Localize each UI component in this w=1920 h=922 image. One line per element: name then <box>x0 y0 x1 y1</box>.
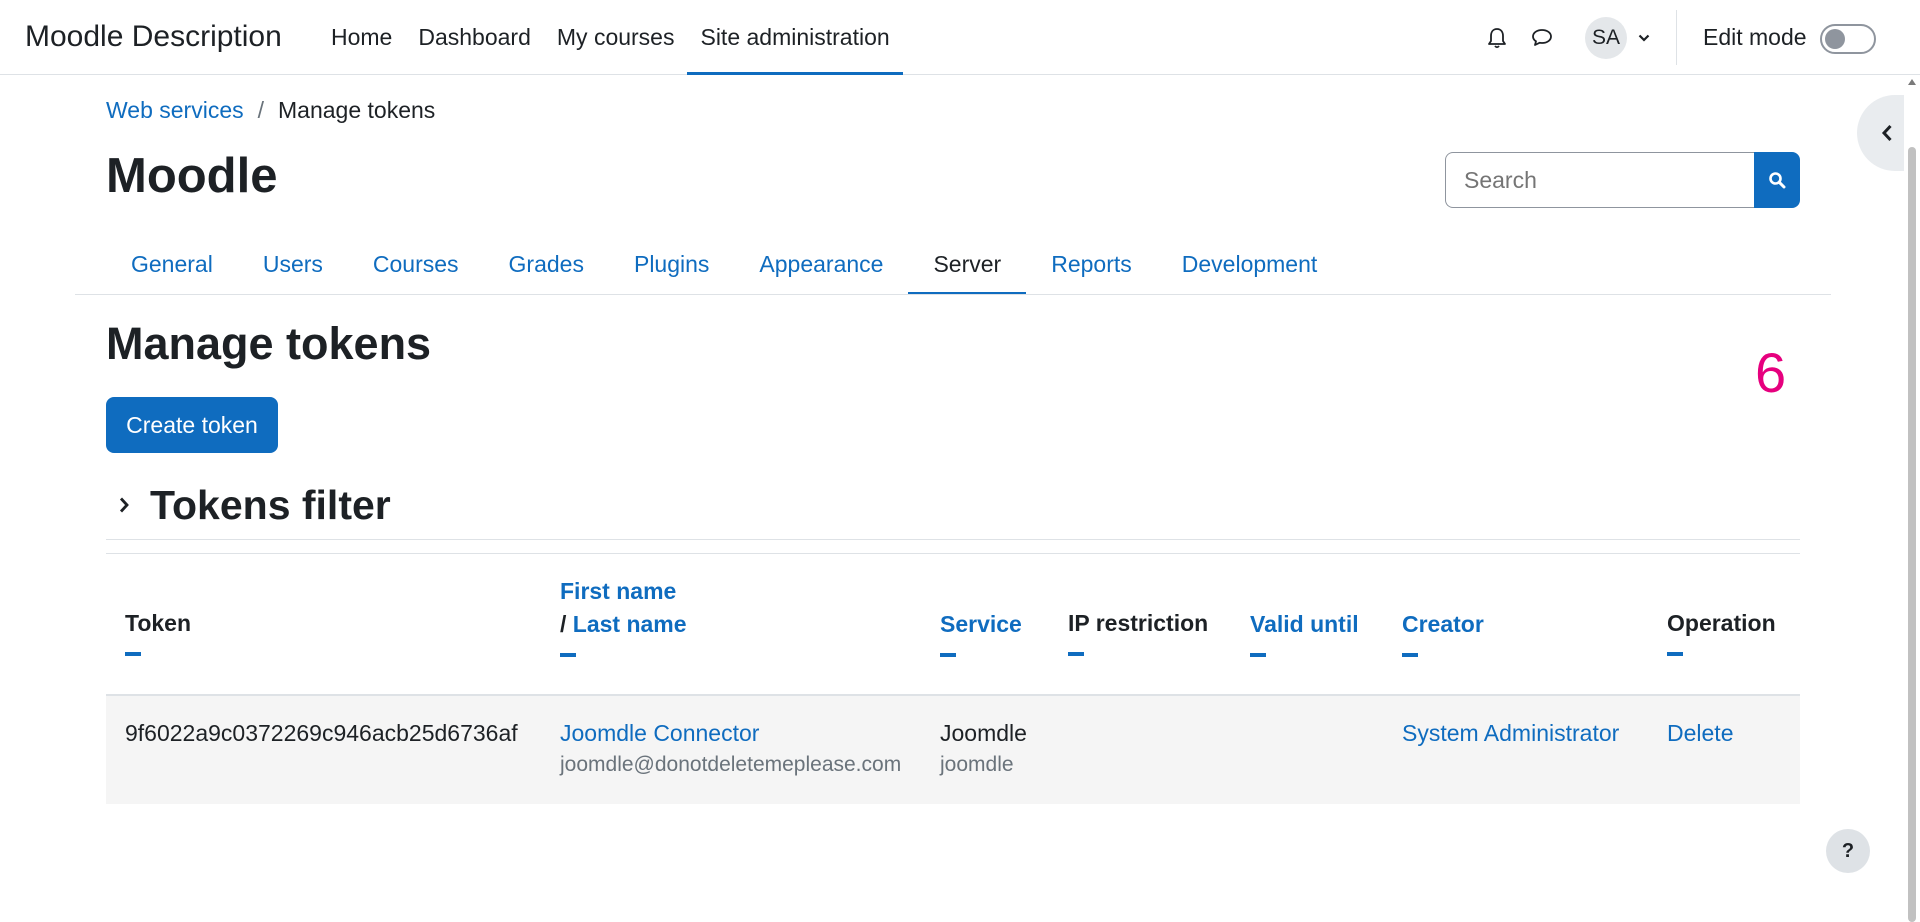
sort-dash-icon <box>125 652 141 656</box>
edit-mode-toggle[interactable] <box>1820 24 1876 54</box>
scrollbar-thumb[interactable] <box>1908 147 1916 922</box>
column-header-service: Service <box>940 608 1022 657</box>
chevron-right-icon <box>118 496 130 514</box>
bell-icon[interactable] <box>1484 25 1510 51</box>
nav-item-dashboard[interactable]: Dashboard <box>405 0 544 75</box>
delete-token-link[interactable]: Delete <box>1667 717 1733 750</box>
sort-service-link[interactable]: Service <box>940 611 1022 637</box>
tab-appearance[interactable]: Appearance <box>734 233 908 295</box>
service-cell: Joomdle joomdle <box>940 717 1027 780</box>
column-header-operation: Operation <box>1667 607 1776 656</box>
sort-first-name-link[interactable]: First name <box>560 578 676 604</box>
primary-navigation: Home Dashboard My courses Site administr… <box>318 0 903 75</box>
tab-general[interactable]: General <box>106 233 238 295</box>
navbar-divider <box>1676 10 1677 65</box>
user-email: joomdle@donotdeletemeplease.com <box>560 753 902 776</box>
sort-dash-icon <box>1250 653 1266 657</box>
column-header-creator: Creator <box>1402 608 1484 657</box>
tab-grades[interactable]: Grades <box>484 233 609 295</box>
service-name: Joomdle <box>940 720 1027 746</box>
sort-dash-icon <box>560 653 576 657</box>
service-shortname: joomdle <box>940 753 1014 776</box>
search-input[interactable] <box>1445 152 1755 208</box>
column-header-token: Token <box>125 607 191 656</box>
column-header-name: First name / Last name <box>560 575 687 657</box>
page-scrollbar[interactable] <box>1904 75 1920 922</box>
search-button[interactable] <box>1754 152 1800 208</box>
breadcrumb-separator: / <box>257 97 265 123</box>
search-icon <box>1768 171 1786 189</box>
tokens-filter-toggle[interactable]: Tokens filter <box>118 480 391 530</box>
sort-dash-icon <box>1068 652 1084 656</box>
column-header-ip-restriction: IP restriction <box>1068 607 1208 656</box>
token-value: 9f6022a9c0372269c946acb25d6736af <box>125 720 518 746</box>
create-token-button[interactable]: Create token <box>106 397 278 453</box>
user-menu[interactable]: SA <box>1585 17 1660 59</box>
chevron-left-icon <box>1881 124 1893 142</box>
tab-development[interactable]: Development <box>1157 233 1343 295</box>
scroll-up-icon[interactable] <box>1908 79 1916 85</box>
user-cell: Joomdle Connector joomdle@donotdeletemep… <box>560 717 901 780</box>
tab-plugins[interactable]: Plugins <box>609 233 734 295</box>
secondary-nav-divider <box>75 294 1831 295</box>
annotation-number: 6 <box>1755 341 1787 404</box>
sort-creator-link[interactable]: Creator <box>1402 611 1484 637</box>
site-brand[interactable]: Moodle Description <box>25 20 282 54</box>
tab-server[interactable]: Server <box>908 233 1026 295</box>
header-token-label: Token <box>125 610 192 636</box>
breadcrumb-web-services[interactable]: Web services <box>106 97 244 124</box>
top-navbar: Moodle Description Home Dashboard My cou… <box>0 0 1920 75</box>
nav-item-site-administration[interactable]: Site administration <box>687 0 903 75</box>
avatar[interactable]: SA <box>1585 17 1627 59</box>
toggle-knob <box>1825 29 1845 49</box>
tokens-filter-title: Tokens filter <box>150 481 391 528</box>
creator-link[interactable]: System Administrator <box>1402 717 1619 750</box>
help-button[interactable]: ? <box>1826 829 1870 873</box>
user-name-link[interactable]: Joomdle Connector <box>560 720 759 746</box>
sort-dash-icon <box>940 653 956 657</box>
chevron-down-icon <box>1638 34 1650 42</box>
filter-divider <box>106 539 1800 540</box>
tab-users[interactable]: Users <box>238 233 348 295</box>
nav-item-home[interactable]: Home <box>318 0 405 75</box>
column-header-valid-until: Valid until <box>1250 608 1359 657</box>
sort-dash-icon <box>1402 653 1418 657</box>
header-ip-restriction-label: IP restriction <box>1068 610 1209 636</box>
nav-item-my-courses[interactable]: My courses <box>544 0 688 75</box>
header-name-separator: / <box>560 611 567 637</box>
sort-valid-until-link[interactable]: Valid until <box>1250 611 1359 637</box>
breadcrumb: Web services / Manage tokens <box>106 97 435 124</box>
header-operation-label: Operation <box>1667 610 1776 636</box>
page-header-title: Moodle <box>106 149 278 203</box>
breadcrumb-current: Manage tokens <box>278 97 436 123</box>
tab-courses[interactable]: Courses <box>348 233 484 295</box>
tab-reports[interactable]: Reports <box>1026 233 1157 295</box>
sort-last-name-link[interactable]: Last name <box>573 611 687 637</box>
page-title: Manage tokens <box>106 318 432 369</box>
chat-icon[interactable] <box>1529 25 1555 51</box>
secondary-navigation: General Users Courses Grades Plugins App… <box>106 233 1342 295</box>
edit-mode-label: Edit mode <box>1703 24 1807 50</box>
sort-dash-icon <box>1667 652 1683 656</box>
table-top-border <box>106 553 1800 554</box>
